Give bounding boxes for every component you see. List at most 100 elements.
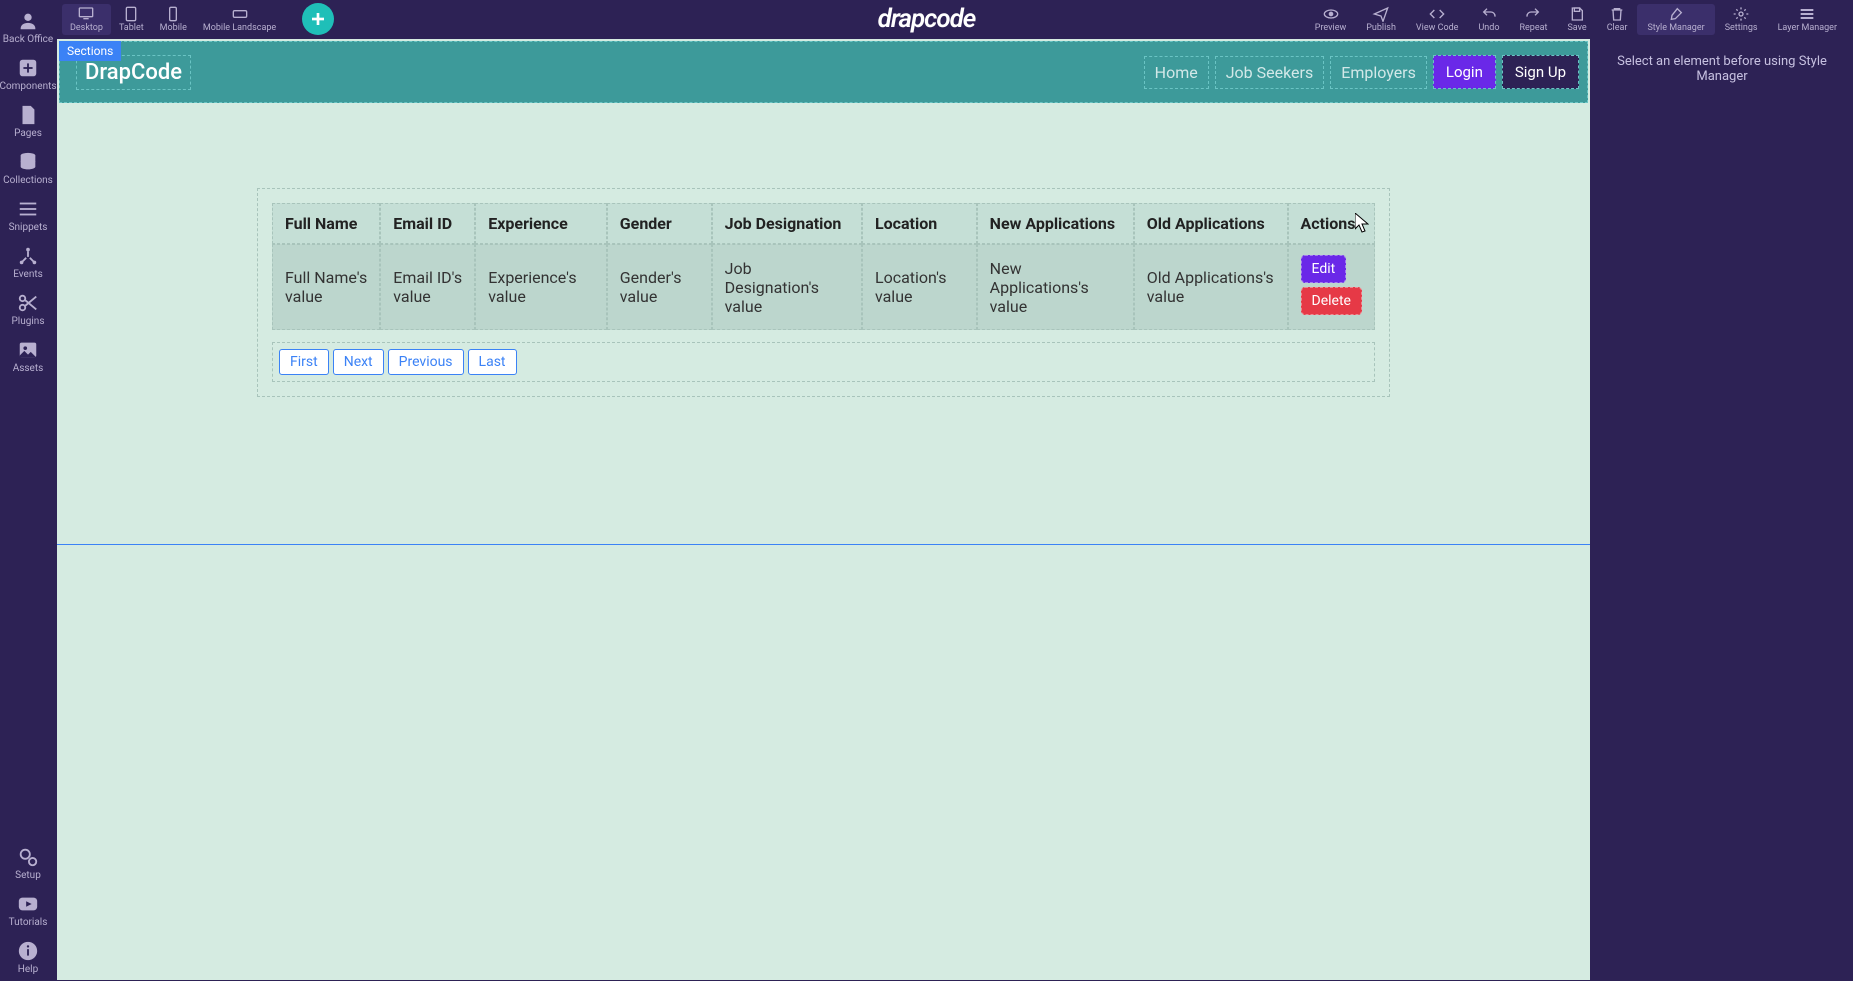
td-location[interactable]: Location's value bbox=[862, 244, 977, 330]
nav-employers[interactable]: Employers bbox=[1330, 56, 1427, 89]
snippets-label: Snippets bbox=[9, 222, 48, 233]
top-bar: Desktop Tablet Mobile Mobile Landscape bbox=[56, 0, 1853, 38]
setup-button[interactable]: Setup bbox=[2, 840, 54, 887]
save-icon bbox=[1568, 6, 1586, 22]
nav-login-button[interactable]: Login bbox=[1433, 55, 1496, 89]
pagination: First Next Previous Last bbox=[272, 342, 1375, 382]
tablet-icon bbox=[122, 6, 140, 22]
data-table: Full Name Email ID Experience Gender Job… bbox=[272, 203, 1375, 330]
file-icon bbox=[17, 104, 39, 126]
collections-label: Collections bbox=[3, 175, 53, 186]
page-first[interactable]: First bbox=[279, 349, 329, 375]
help-button[interactable]: Help bbox=[2, 934, 54, 981]
td-experience[interactable]: Experience's value bbox=[475, 244, 606, 330]
page-last[interactable]: Last bbox=[468, 349, 517, 375]
th-full-name[interactable]: Full Name bbox=[272, 203, 380, 244]
database-icon bbox=[17, 151, 39, 173]
user-icon bbox=[17, 10, 39, 32]
device-mobile-landscape[interactable]: Mobile Landscape bbox=[195, 4, 284, 35]
trash-icon bbox=[1608, 6, 1626, 22]
list-icon bbox=[17, 198, 39, 220]
pages-button[interactable]: Pages bbox=[2, 98, 54, 145]
view-code-button[interactable]: View Code bbox=[1406, 4, 1469, 35]
plugins-label: Plugins bbox=[12, 316, 45, 327]
events-button[interactable]: Events bbox=[2, 239, 54, 286]
settings-button[interactable]: Settings bbox=[1715, 4, 1768, 35]
redo-icon bbox=[1524, 6, 1542, 22]
repeat-button[interactable]: Repeat bbox=[1509, 4, 1557, 35]
components-button[interactable]: Components bbox=[2, 51, 54, 98]
delete-button[interactable]: Delete bbox=[1301, 287, 1362, 315]
back-office-button[interactable]: Back Office bbox=[2, 4, 54, 51]
th-email[interactable]: Email ID bbox=[380, 203, 475, 244]
table-row[interactable]: Full Name's value Email ID's value Exper… bbox=[272, 244, 1375, 330]
page-next[interactable]: Next bbox=[333, 349, 384, 375]
edit-button[interactable]: Edit bbox=[1301, 255, 1347, 283]
plus-icon bbox=[310, 11, 326, 27]
device-desktop[interactable]: Desktop bbox=[62, 4, 111, 35]
device-mobile-label: Mobile bbox=[160, 23, 187, 33]
sections-tag[interactable]: Sections bbox=[59, 41, 121, 61]
assets-button[interactable]: Assets bbox=[2, 333, 54, 380]
th-old-apps[interactable]: Old Applications bbox=[1134, 203, 1288, 244]
nav-signup-button[interactable]: Sign Up bbox=[1502, 55, 1579, 89]
nav-job-seekers[interactable]: Job Seekers bbox=[1215, 56, 1325, 89]
section-divider bbox=[57, 544, 1590, 545]
events-label: Events bbox=[13, 269, 43, 280]
add-button[interactable] bbox=[302, 3, 334, 35]
device-tablet[interactable]: Tablet bbox=[111, 4, 152, 35]
data-table-container[interactable]: Full Name Email ID Experience Gender Job… bbox=[257, 188, 1390, 397]
device-mobile[interactable]: Mobile bbox=[152, 4, 195, 35]
th-new-apps[interactable]: New Applications bbox=[977, 203, 1134, 244]
td-new-apps[interactable]: New Applications's value bbox=[977, 244, 1134, 330]
components-label: Components bbox=[0, 81, 57, 92]
left-sidebar: Back Office Components Pages Collections… bbox=[0, 0, 56, 981]
th-gender[interactable]: Gender bbox=[607, 203, 712, 244]
nav-home[interactable]: Home bbox=[1144, 56, 1209, 89]
preview-button[interactable]: Preview bbox=[1305, 4, 1356, 35]
canvas[interactable]: Sections DrapCode Home Job Seekers Emplo… bbox=[56, 38, 1591, 981]
mobile-landscape-icon bbox=[231, 6, 249, 22]
settings-label: Settings bbox=[1725, 23, 1758, 33]
gear-icon bbox=[1732, 6, 1750, 22]
view-code-label: View Code bbox=[1416, 23, 1459, 33]
setup-label: Setup bbox=[15, 870, 41, 881]
save-button[interactable]: Save bbox=[1557, 4, 1596, 35]
help-label: Help bbox=[18, 964, 38, 975]
send-icon bbox=[1372, 6, 1390, 22]
td-gender[interactable]: Gender's value bbox=[607, 244, 712, 330]
snippets-button[interactable]: Snippets bbox=[2, 192, 54, 239]
style-manager-label: Style Manager bbox=[1647, 23, 1704, 33]
th-experience[interactable]: Experience bbox=[475, 203, 606, 244]
th-actions[interactable]: Actions bbox=[1288, 203, 1375, 244]
td-full-name[interactable]: Full Name's value bbox=[272, 244, 380, 330]
td-old-apps[interactable]: Old Applications's value bbox=[1134, 244, 1288, 330]
page-previous[interactable]: Previous bbox=[388, 349, 464, 375]
assets-label: Assets bbox=[13, 363, 44, 374]
plugins-button[interactable]: Plugins bbox=[2, 286, 54, 333]
tutorials-button[interactable]: Tutorials bbox=[2, 887, 54, 934]
publish-button[interactable]: Publish bbox=[1356, 4, 1406, 35]
clear-button[interactable]: Clear bbox=[1597, 4, 1638, 35]
mobile-icon bbox=[164, 6, 182, 22]
preview-label: Preview bbox=[1315, 23, 1346, 33]
device-mobile-landscape-label: Mobile Landscape bbox=[203, 23, 276, 33]
td-actions[interactable]: Edit Delete bbox=[1288, 244, 1375, 330]
td-email[interactable]: Email ID's value bbox=[380, 244, 475, 330]
th-location[interactable]: Location bbox=[862, 203, 977, 244]
clear-label: Clear bbox=[1607, 23, 1628, 33]
undo-button[interactable]: Undo bbox=[1468, 4, 1509, 35]
td-job-designation[interactable]: Job Designation's value bbox=[712, 244, 862, 330]
layer-manager-button[interactable]: Layer Manager bbox=[1768, 4, 1847, 35]
style-manager-button[interactable]: Style Manager bbox=[1637, 4, 1714, 35]
device-tablet-label: Tablet bbox=[119, 23, 144, 33]
nav-section[interactable]: DrapCode Home Job Seekers Employers Logi… bbox=[59, 41, 1588, 103]
plus-square-icon bbox=[17, 57, 39, 79]
th-job-designation[interactable]: Job Designation bbox=[712, 203, 862, 244]
style-manager-empty-msg: Select an element before using Style Man… bbox=[1601, 54, 1843, 84]
publish-label: Publish bbox=[1366, 23, 1396, 33]
brush-icon bbox=[1667, 6, 1685, 22]
desktop-icon bbox=[77, 6, 95, 22]
image-icon bbox=[17, 339, 39, 361]
collections-button[interactable]: Collections bbox=[2, 145, 54, 192]
